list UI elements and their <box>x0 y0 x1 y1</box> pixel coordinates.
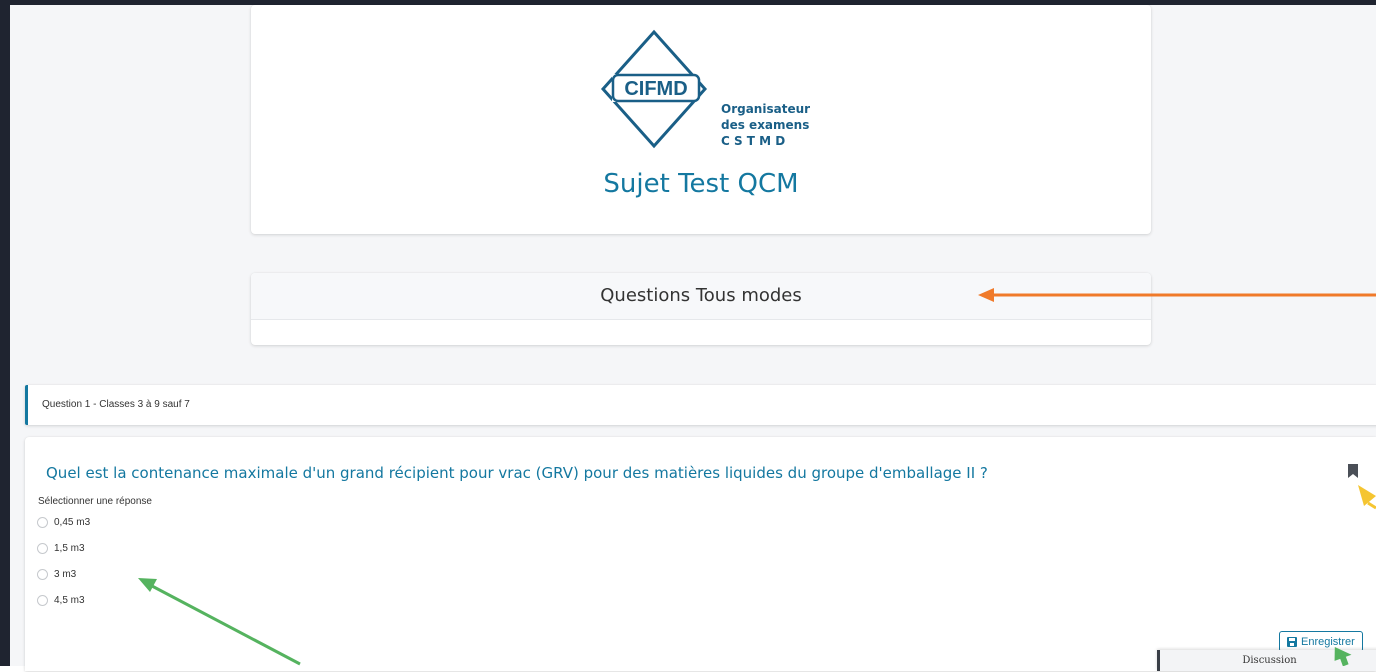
answer-option[interactable]: 0,45 m3 <box>37 513 90 531</box>
answer-option-label: 3 m3 <box>54 568 77 580</box>
answer-option-label: 1,5 m3 <box>54 542 85 554</box>
answer-option-label: 4,5 m3 <box>54 594 85 606</box>
answer-option[interactable]: 1,5 m3 <box>37 539 85 557</box>
logo-card: CIFMD Organisateur des examens C S T M D… <box>251 5 1151 234</box>
logo-acronym: CIFMD <box>624 78 687 100</box>
cifmd-logo: CIFMD Organisateur des examens C S T M D <box>600 29 810 149</box>
subject-title: Sujet Test QCM <box>603 169 799 199</box>
floppy-disk-icon <box>1287 636 1297 647</box>
radio-button[interactable] <box>37 568 48 580</box>
logo-tagline-3: C S T M D <box>721 134 785 148</box>
question-text: Quel est la contenance maximale d'un gra… <box>46 464 988 482</box>
answer-option-label: 0,45 m3 <box>54 516 91 528</box>
modes-card: Questions Tous modes <box>251 273 1151 345</box>
page: CIFMD Organisateur des examens C S T M D… <box>10 5 1376 671</box>
radio-button[interactable] <box>37 594 48 606</box>
save-button[interactable]: Enregistrer <box>1279 631 1363 652</box>
discussion-label: Discussion <box>1242 655 1297 666</box>
window-frame-left <box>0 0 10 666</box>
logo-tagline-2: des examens <box>721 118 809 132</box>
select-label: Sélectionner une réponse <box>38 496 152 507</box>
bookmark-icon[interactable] <box>1348 464 1358 478</box>
modes-title: Questions Tous modes <box>600 285 802 306</box>
discussion-tab[interactable]: Discussion <box>1157 650 1376 671</box>
answer-option[interactable]: 4,5 m3 <box>37 591 85 609</box>
radio-button[interactable] <box>37 542 48 554</box>
save-button-label: Enregistrer <box>1301 635 1355 648</box>
radio-button[interactable] <box>37 516 48 528</box>
question-header-bar: Question 1 - Classes 3 à 9 sauf 7 <box>25 385 1376 425</box>
modes-header: Questions Tous modes <box>251 273 1151 320</box>
answer-option[interactable]: 3 m3 <box>37 565 76 583</box>
question-card: Quel est la contenance maximale d'un gra… <box>25 437 1376 671</box>
logo-tagline-1: Organisateur <box>721 102 810 116</box>
question-header: Question 1 - Classes 3 à 9 sauf 7 <box>42 399 190 410</box>
